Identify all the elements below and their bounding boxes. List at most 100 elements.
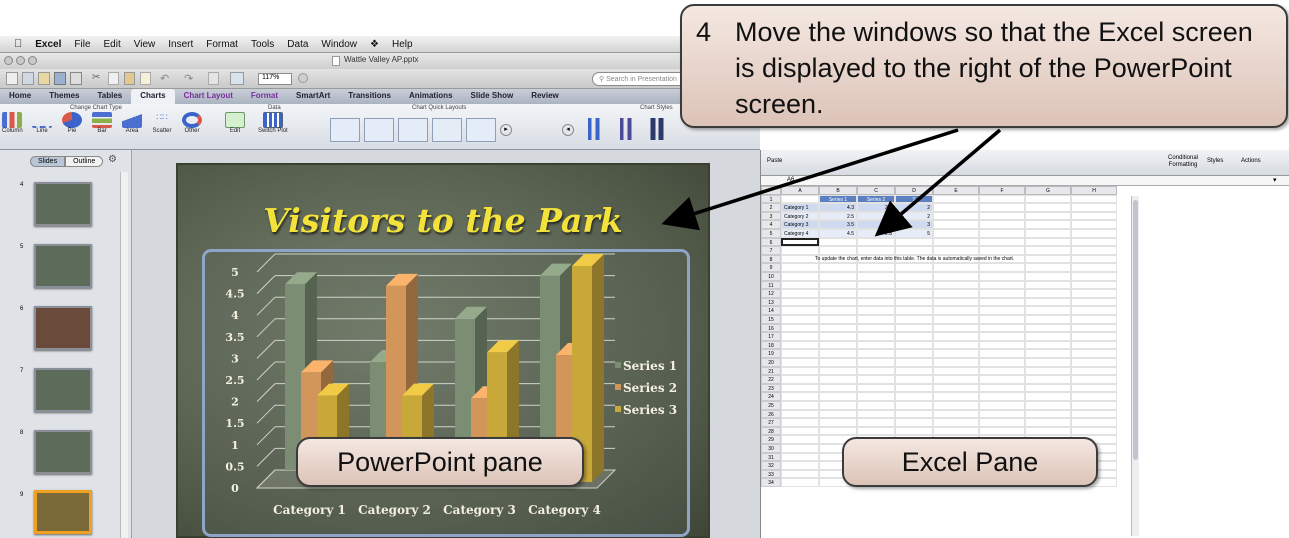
menu-data[interactable]: Data: [287, 39, 308, 50]
grid-cell: [933, 220, 979, 229]
close-window-icon[interactable]: [4, 56, 13, 65]
tab-charts[interactable]: Charts: [131, 89, 175, 104]
tab-chart-layout[interactable]: Chart Layout: [175, 89, 242, 104]
menu-window[interactable]: Window: [321, 39, 357, 50]
line-chart-button[interactable]: Line: [32, 112, 52, 134]
sidebar-scrollbar[interactable]: [120, 172, 128, 538]
tab-smartart[interactable]: SmartArt: [287, 89, 339, 104]
paste-button[interactable]: Paste: [767, 158, 782, 164]
menu-file[interactable]: File: [74, 39, 90, 50]
paste-icon[interactable]: [124, 72, 135, 85]
zoom-field[interactable]: 117%: [258, 73, 292, 85]
menu-edit[interactable]: Edit: [104, 39, 121, 50]
apple-icon[interactable]: : [14, 38, 22, 50]
column-chart-button[interactable]: Column: [2, 112, 23, 134]
gallery-next-icon[interactable]: ▸: [500, 124, 512, 136]
cut-icon[interactable]: ✂: [92, 72, 102, 85]
quick-layout-5[interactable]: [466, 118, 496, 142]
y-tick-label: 1.5: [225, 417, 244, 430]
tab-transitions[interactable]: Transitions: [339, 89, 400, 104]
conditional-formatting-button[interactable]: Conditional Formatting: [1165, 155, 1201, 169]
tab-animations[interactable]: Animations: [400, 89, 462, 104]
new-icon[interactable]: [6, 72, 18, 85]
tab-slides[interactable]: Slides: [30, 156, 66, 167]
area-chart-button[interactable]: Area: [122, 112, 142, 134]
pie-chart-button[interactable]: Pie: [62, 112, 82, 134]
styles-button[interactable]: Styles: [1207, 158, 1223, 164]
tab-review[interactable]: Review: [522, 89, 568, 104]
chart-frame[interactable]: 0 0.5 1 1.5 2 2.5 3 3.5 4 4.5 5 Category 1 Category …: [202, 249, 690, 537]
chart-style-3[interactable]: [644, 118, 670, 140]
grid-cell: [895, 409, 933, 419]
minimize-window-icon[interactable]: [16, 56, 25, 65]
column-header: A: [781, 186, 819, 195]
menu-app-name[interactable]: Excel: [35, 39, 61, 50]
row-header: 29: [761, 435, 781, 444]
tab-tables[interactable]: Tables: [88, 89, 131, 104]
quick-layout-2[interactable]: [364, 118, 394, 142]
undo-icon[interactable]: ↶: [160, 72, 169, 85]
menu-format[interactable]: Format: [206, 39, 238, 50]
format-painter-icon[interactable]: [140, 72, 151, 85]
grid-cell: [857, 409, 895, 419]
script-menu-icon[interactable]: ❖: [370, 39, 379, 50]
vertical-scrollbar[interactable]: [1131, 196, 1139, 536]
templates-icon[interactable]: [22, 72, 34, 85]
menu-view[interactable]: View: [134, 39, 156, 50]
slide-thumbnail[interactable]: [34, 368, 92, 412]
menu-insert[interactable]: Insert: [168, 39, 193, 50]
quick-layout-4[interactable]: [432, 118, 462, 142]
gear-icon[interactable]: ⚙: [108, 154, 117, 165]
grid-cell: [781, 461, 819, 470]
copy-icon[interactable]: [108, 72, 119, 85]
menu-tools[interactable]: Tools: [251, 39, 274, 50]
actions-button[interactable]: Actions: [1241, 158, 1261, 164]
styles-prev-icon[interactable]: ◂: [562, 124, 574, 136]
zoom-window-icon[interactable]: [28, 56, 37, 65]
name-box[interactable]: A6: [787, 177, 794, 183]
grid-cell: [933, 401, 979, 410]
scatter-chart-button[interactable]: ∷∷ Scatter: [152, 112, 172, 134]
quick-layout-1[interactable]: [330, 118, 360, 142]
print-icon[interactable]: [70, 72, 82, 85]
gallery-icon[interactable]: [208, 72, 219, 85]
scroll-up-icon[interactable]: ▾: [1273, 176, 1277, 184]
menu-help[interactable]: Help: [392, 39, 413, 50]
quick-layout-gallery[interactable]: ▸: [330, 118, 558, 144]
redo-icon[interactable]: ↷: [184, 72, 193, 85]
switch-plot-button[interactable]: Switch Plot: [258, 112, 288, 134]
chart-style-2[interactable]: [612, 118, 638, 140]
tab-home[interactable]: Home: [0, 89, 40, 104]
grid-cell: [1071, 194, 1117, 204]
slide-thumbnail-selected[interactable]: [34, 490, 92, 534]
save-icon[interactable]: [54, 72, 66, 85]
help-icon[interactable]: [298, 73, 308, 83]
open-icon[interactable]: [38, 72, 50, 85]
grid-cell: [857, 383, 895, 393]
grid-cell: [1025, 229, 1071, 238]
bar-chart-button[interactable]: Bar: [92, 112, 112, 134]
slide-thumbnail[interactable]: [34, 430, 92, 474]
scrollbar-thumb[interactable]: [1133, 200, 1138, 460]
column-chart-icon: [2, 112, 23, 128]
gridline-side: [256, 275, 276, 294]
grid-cell: [1025, 315, 1071, 324]
other-chart-button[interactable]: Other: [182, 112, 202, 134]
grid-cell: [979, 332, 1025, 341]
slide-title[interactable]: Visitors to the Park: [178, 201, 708, 240]
column-header: G: [1025, 186, 1071, 195]
y-tick-label: 2.5: [225, 374, 244, 387]
quick-layout-3[interactable]: [398, 118, 428, 142]
tab-outline[interactable]: Outline: [65, 156, 104, 167]
slide-thumbnail[interactable]: [34, 306, 92, 350]
media-icon[interactable]: [230, 72, 244, 85]
chart-styles-gallery[interactable]: ◂: [562, 118, 680, 144]
tab-themes[interactable]: Themes: [40, 89, 88, 104]
slide-thumbnail[interactable]: [34, 182, 92, 226]
edit-data-button[interactable]: Edit: [225, 112, 245, 134]
tab-format[interactable]: Format: [242, 89, 287, 104]
chart-style-1[interactable]: [580, 118, 606, 140]
slide-thumbnail[interactable]: [34, 244, 92, 288]
instruction-callout: 4 Move the windows so that the Excel scr…: [680, 4, 1288, 128]
tab-slide-show[interactable]: Slide Show: [462, 89, 523, 104]
